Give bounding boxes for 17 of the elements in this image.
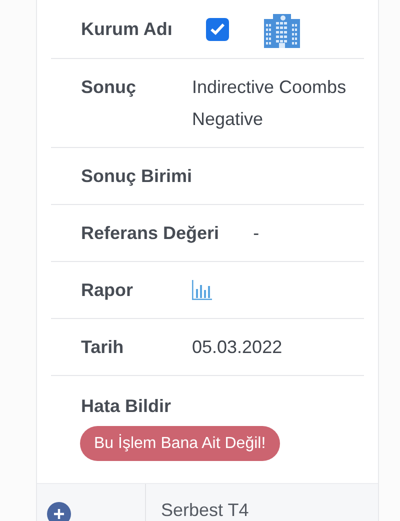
checkmark-icon [210,23,226,35]
field-value: 05.03.2022 [192,336,282,359]
report-button[interactable]: Bu İşlem Bana Ait Değil! [80,426,280,461]
checkbox[interactable] [206,18,230,40]
field-label: Hata Bildir [81,395,172,418]
field-label: Sonuç Birimi [81,165,192,188]
field-value: Indirective Coombs Negative [192,76,348,131]
bar-chart-icon[interactable] [192,280,212,300]
expand-icon[interactable] [47,502,71,521]
field-label: Kurum Adı [81,18,172,40]
field-value: - [253,222,260,245]
table-cell-text: Serbest T4 [160,499,249,521]
field-label: Tarih [81,336,125,359]
field-label: Rapor [81,278,134,302]
field-label: Sonuç [81,76,138,99]
field-label: Referans Değeri [81,222,220,245]
table-row[interactable]: Serbest T4 [37,483,378,521]
